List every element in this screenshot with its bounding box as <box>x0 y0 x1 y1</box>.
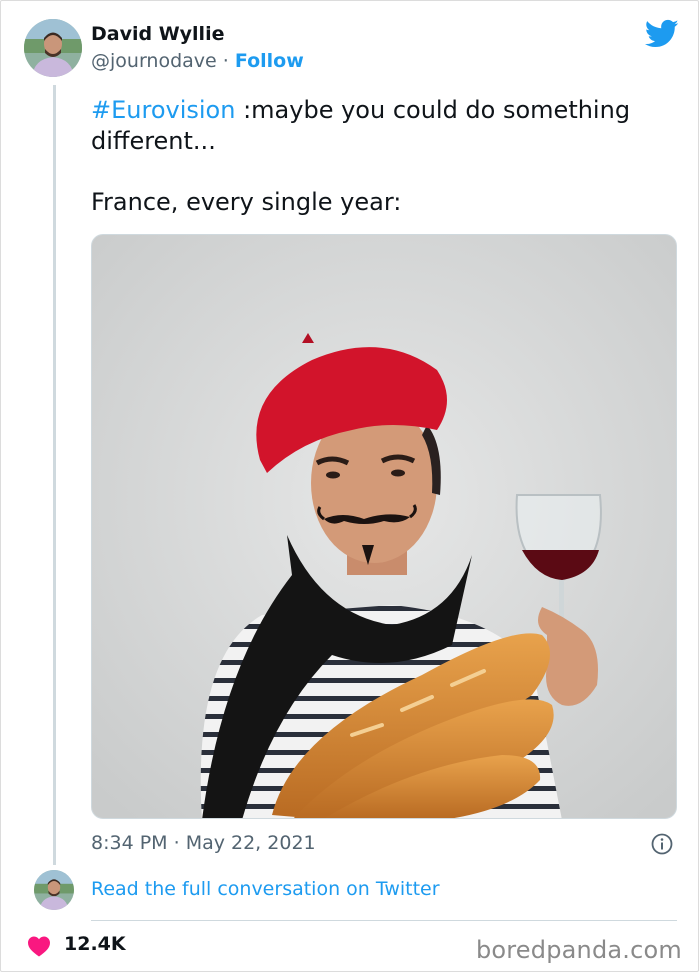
conversation-avatar[interactable] <box>34 870 74 910</box>
follow-button[interactable]: Follow <box>235 50 304 72</box>
tweet-timestamp[interactable]: 8:34 PM · May 22, 2021 <box>91 832 316 854</box>
heart-icon[interactable] <box>27 935 51 957</box>
tweet-text-para2: France, every single year: <box>91 188 402 216</box>
tweet-text-line2: different... <box>91 127 216 155</box>
watermark: boredpanda.com <box>475 936 682 964</box>
divider <box>91 920 677 921</box>
tweet-text: #Eurovision :maybe you could do somethin… <box>91 95 681 218</box>
author-handle[interactable]: @journodave <box>91 50 217 72</box>
author-handle-row: @journodave · Follow <box>91 50 304 72</box>
author-name[interactable]: David Wyllie <box>91 23 224 45</box>
read-conversation-link[interactable]: Read the full conversation on Twitter <box>91 878 440 900</box>
twitter-bird-icon[interactable] <box>645 19 679 49</box>
like-count[interactable]: 12.4K <box>64 933 126 955</box>
tweet-text-line1: :maybe you could do something <box>235 96 631 124</box>
info-icon[interactable] <box>651 833 673 855</box>
tweet-photo[interactable] <box>91 234 677 819</box>
tweet-embed-card: David Wyllie @journodave · Follow #Eurov… <box>0 0 699 972</box>
handle-separator: · <box>216 50 235 72</box>
meta-separator: · <box>167 832 186 854</box>
tweet-time[interactable]: 8:34 PM <box>91 832 168 854</box>
thread-line <box>53 85 56 865</box>
hashtag-link[interactable]: #Eurovision <box>91 96 235 124</box>
author-avatar[interactable] <box>24 19 82 77</box>
tweet-date[interactable]: May 22, 2021 <box>186 832 316 854</box>
